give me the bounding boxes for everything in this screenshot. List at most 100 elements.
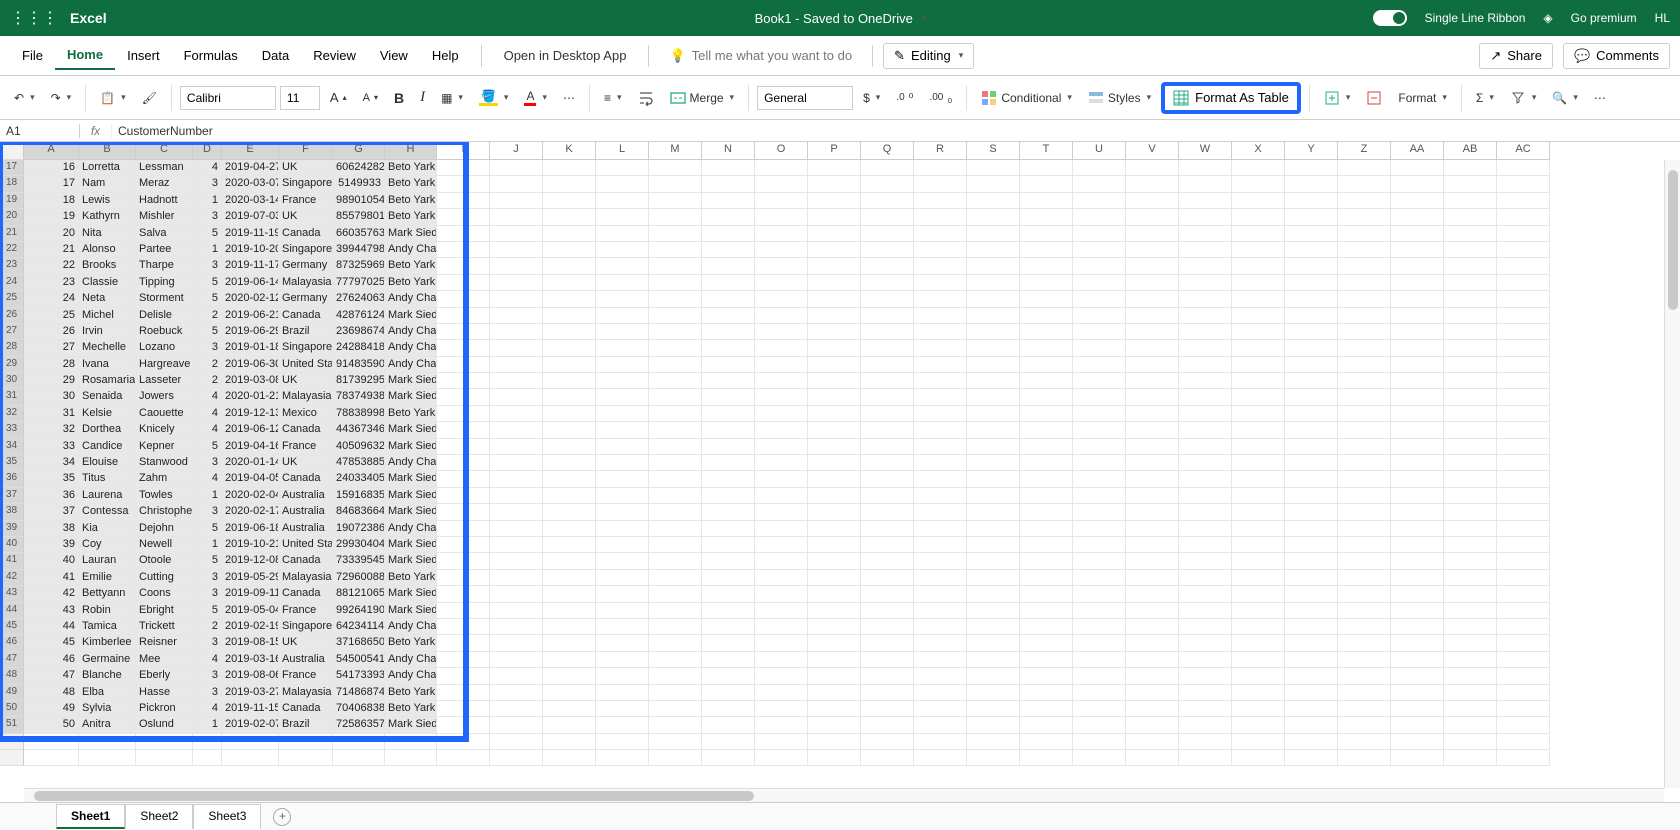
cell[interactable]: 3	[193, 668, 222, 684]
cell[interactable]: Sylvia	[79, 701, 136, 717]
cell[interactable]: Towles	[136, 488, 193, 504]
cell[interactable]	[1338, 357, 1391, 373]
cell[interactable]	[543, 226, 596, 242]
cell[interactable]	[755, 406, 808, 422]
cell[interactable]	[649, 553, 702, 569]
more-ribbon-button[interactable]: ⋯	[1588, 87, 1612, 109]
cell[interactable]	[1338, 209, 1391, 225]
cell[interactable]	[1444, 668, 1497, 684]
cell[interactable]	[808, 193, 861, 209]
cell[interactable]	[649, 717, 702, 733]
cell[interactable]	[543, 258, 596, 274]
cell[interactable]	[1497, 209, 1550, 225]
user-avatar[interactable]: HL	[1655, 11, 1670, 25]
cell[interactable]	[543, 553, 596, 569]
cell[interactable]	[1179, 291, 1232, 307]
cell[interactable]	[1338, 373, 1391, 389]
cell[interactable]	[702, 603, 755, 619]
cell[interactable]	[1391, 586, 1444, 602]
cell[interactable]: Cutting	[136, 570, 193, 586]
cell[interactable]	[1073, 193, 1126, 209]
cell[interactable]	[702, 471, 755, 487]
cell[interactable]	[649, 373, 702, 389]
cell[interactable]	[596, 373, 649, 389]
column-header-M[interactable]: M	[649, 142, 702, 160]
add-sheet-button[interactable]: +	[273, 808, 291, 826]
cell[interactable]	[861, 504, 914, 520]
cell[interactable]	[1126, 209, 1179, 225]
number-format-select[interactable]	[757, 86, 853, 110]
cell[interactable]: UK	[279, 160, 333, 176]
cell[interactable]: 27	[24, 340, 79, 356]
cell[interactable]	[755, 324, 808, 340]
cell[interactable]: 31	[24, 406, 79, 422]
cell[interactable]	[1126, 537, 1179, 553]
cell[interactable]	[543, 242, 596, 258]
cell[interactable]	[596, 324, 649, 340]
cell[interactable]: 24288418	[333, 340, 385, 356]
cell[interactable]: France	[279, 603, 333, 619]
cell[interactable]	[543, 701, 596, 717]
cell[interactable]	[1020, 717, 1073, 733]
cell[interactable]: 30	[24, 389, 79, 405]
cell[interactable]	[1338, 652, 1391, 668]
cell[interactable]	[1126, 275, 1179, 291]
cell[interactable]	[967, 357, 1020, 373]
cell[interactable]	[1391, 291, 1444, 307]
increase-decimal-button[interactable]: .00₀	[923, 87, 958, 109]
cell[interactable]: 4	[193, 701, 222, 717]
cell[interactable]: Brazil	[279, 324, 333, 340]
cell[interactable]	[1444, 717, 1497, 733]
cell[interactable]	[1391, 471, 1444, 487]
cell[interactable]	[967, 668, 1020, 684]
cell[interactable]	[1497, 488, 1550, 504]
cell[interactable]	[1126, 603, 1179, 619]
cell[interactable]	[596, 652, 649, 668]
cell[interactable]	[967, 553, 1020, 569]
cell[interactable]	[1020, 422, 1073, 438]
cell[interactable]: Andy Charman	[385, 619, 437, 635]
cell[interactable]	[543, 455, 596, 471]
cell[interactable]	[861, 439, 914, 455]
cell[interactable]: Andy Charman	[385, 357, 437, 373]
cell[interactable]: 37	[24, 504, 79, 520]
cell[interactable]: 2019-06-18	[222, 521, 279, 537]
cell[interactable]	[967, 422, 1020, 438]
menu-tab-home[interactable]: Home	[55, 41, 115, 70]
cell[interactable]	[1444, 373, 1497, 389]
column-header-E[interactable]: E	[222, 142, 279, 160]
cell[interactable]	[914, 291, 967, 307]
cell[interactable]	[1179, 226, 1232, 242]
cell[interactable]: Beto Yark	[385, 193, 437, 209]
cell[interactable]	[543, 193, 596, 209]
cell[interactable]: Malayasia	[279, 570, 333, 586]
find-button[interactable]: 🔍▾	[1546, 87, 1583, 109]
cell[interactable]: Elouise	[79, 455, 136, 471]
cell[interactable]	[914, 324, 967, 340]
cell[interactable]: Beto Yark	[385, 209, 437, 225]
cell[interactable]	[702, 521, 755, 537]
cell[interactable]: Kathyrn	[79, 209, 136, 225]
cell[interactable]	[861, 652, 914, 668]
cell[interactable]	[437, 471, 490, 487]
cell[interactable]	[1497, 291, 1550, 307]
menu-tab-insert[interactable]: Insert	[115, 42, 172, 69]
cell[interactable]	[967, 389, 1020, 405]
cell[interactable]	[490, 455, 543, 471]
cell[interactable]	[1338, 619, 1391, 635]
cell[interactable]	[437, 291, 490, 307]
cell[interactable]	[490, 652, 543, 668]
cell[interactable]	[755, 488, 808, 504]
cell[interactable]	[1391, 406, 1444, 422]
cell[interactable]	[755, 701, 808, 717]
cell[interactable]	[1338, 324, 1391, 340]
cell[interactable]	[1073, 389, 1126, 405]
name-box[interactable]: A1	[0, 124, 80, 138]
cell[interactable]	[1232, 717, 1285, 733]
cell[interactable]	[1338, 389, 1391, 405]
cell[interactable]	[1020, 521, 1073, 537]
cell[interactable]	[1232, 291, 1285, 307]
cell[interactable]	[1232, 586, 1285, 602]
cell[interactable]	[967, 488, 1020, 504]
cell[interactable]: Australia	[279, 521, 333, 537]
